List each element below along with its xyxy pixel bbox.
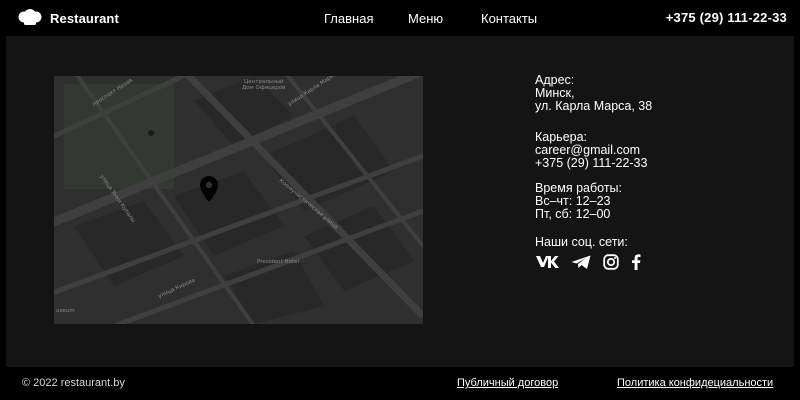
social-icons: [535, 254, 641, 273]
address-block: Адрес: Минск, ул. Карла Марса, 38: [535, 74, 652, 113]
chef-hat-icon: [18, 9, 42, 25]
map-canvas[interactable]: проспект Незав. Центральный Дом Офицеров…: [54, 76, 423, 324]
instagram-icon[interactable]: [603, 254, 619, 273]
logo-text: Restaurant: [50, 10, 119, 26]
vk-icon[interactable]: [535, 255, 559, 272]
site-header: Restaurant Главная Меню Контакты +375 (2…: [0, 0, 800, 36]
map-label-museum: useum: [56, 308, 75, 314]
facebook-icon[interactable]: [631, 254, 641, 273]
social-title: Наши соц. сети:: [535, 235, 628, 249]
map-label-hotel: President Hotel: [257, 259, 299, 265]
career-block: Карьера: career@gmail.com +375 (29) 111-…: [535, 131, 647, 170]
contacts-section: проспект Незав. Центральный Дом Офицеров…: [6, 36, 794, 367]
hours-block: Время работы: Вс–чт: 12–23 Пт, сб: 12–00: [535, 182, 622, 221]
nav-contacts[interactable]: Контакты: [481, 11, 537, 26]
site-footer: © 2022 restaurant.by Публичный договор П…: [0, 367, 800, 400]
hours-weekend: Пт, сб: 12–00: [535, 207, 611, 221]
social-block: Наши соц. сети:: [535, 236, 641, 273]
map[interactable]: проспект Незав. Центральный Дом Офицеров…: [54, 76, 423, 324]
map-label-house-1: Центральный: [244, 78, 284, 85]
telegram-icon[interactable]: [571, 255, 591, 273]
career-phone[interactable]: +375 (29) 111-22-33: [535, 157, 647, 170]
offer-link[interactable]: Публичный договор: [457, 377, 558, 389]
logo[interactable]: Restaurant: [17, 9, 119, 27]
nav-menu[interactable]: Меню: [408, 11, 443, 26]
nav-home[interactable]: Главная: [324, 11, 373, 26]
privacy-link[interactable]: Политика конфидециальности: [617, 377, 773, 389]
copyright: © 2022 restaurant.by: [22, 377, 125, 389]
map-label-house-2: Дом Офицеров: [242, 85, 285, 91]
address-street: ул. Карла Марса, 38: [535, 99, 653, 113]
header-phone[interactable]: +375 (29) 111-22-33: [666, 10, 787, 25]
